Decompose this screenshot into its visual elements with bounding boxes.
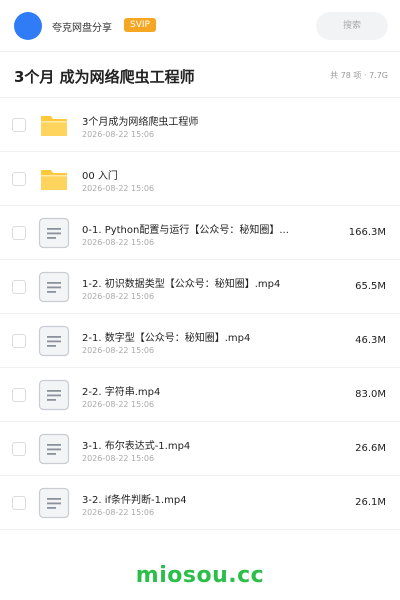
file-date: 2026-08-22 15:06 [82, 346, 155, 355]
file-size: 65.5M [355, 281, 386, 292]
vip-badge: SVIP [124, 18, 156, 32]
file-row[interactable]: 2-2. 字符串.mp4 2026-08-22 15:06 83.0M [0, 368, 400, 422]
select-checkbox[interactable] [12, 280, 26, 294]
file-name: 3-1. 布尔表达式-1.mp4 [82, 441, 191, 452]
top-bar: 夸克网盘分享 SVIP 搜索 [0, 0, 400, 52]
search-input[interactable]: 搜索 [316, 12, 388, 40]
watermark: miosou.cc [135, 563, 265, 588]
file-size: 166.3M [348, 227, 386, 238]
file-name: 2-2. 字符串.mp4 [82, 387, 161, 398]
file-size: 46.3M [355, 335, 386, 346]
file-size: 26.6M [355, 443, 386, 454]
select-checkbox[interactable] [12, 388, 26, 402]
folder-icon [38, 163, 70, 195]
folder-row[interactable]: 00 入门 2026-08-22 15:06 [0, 152, 400, 206]
file-name: 1-2. 初识数据类型【公众号：秘知圈】.mp4 [82, 279, 281, 290]
document-icon [38, 487, 70, 519]
file-name: 2-1. 数字型【公众号：秘知圈】.mp4 [82, 333, 251, 344]
select-checkbox[interactable] [12, 334, 26, 348]
file-date: 2026-08-22 15:06 [82, 292, 155, 301]
file-list: 3个月成为网络爬虫工程师 2026-08-22 15:06 00 入门 2026-08… [0, 98, 400, 530]
document-icon [38, 217, 70, 249]
file-date: 2026-08-22 15:06 [82, 184, 155, 193]
document-icon [38, 271, 70, 303]
document-icon [38, 433, 70, 465]
file-name: 0-1. Python配置与运行【公众号：秘知圈】... [82, 225, 289, 236]
select-checkbox[interactable] [12, 442, 26, 456]
document-icon [38, 325, 70, 357]
file-date: 2026-08-22 15:06 [82, 454, 155, 463]
select-checkbox[interactable] [12, 172, 26, 186]
share-owner-name: 夸克网盘分享 [52, 23, 112, 34]
file-size: 26.1M [355, 497, 386, 508]
file-row[interactable]: 3-1. 布尔表达式-1.mp4 2026-08-22 15:06 26.6M [0, 422, 400, 476]
item-count: 共 78 项 · 7.7G [330, 71, 388, 80]
select-checkbox[interactable] [12, 226, 26, 240]
file-date: 2026-08-22 15:06 [82, 238, 155, 247]
file-name: 3个月成为网络爬虫工程师 [82, 117, 199, 128]
file-row[interactable]: 3-2. if条件判断-1.mp4 2026-08-22 15:06 26.1M [0, 476, 400, 530]
file-row[interactable]: 0-1. Python配置与运行【公众号：秘知圈】... 2026-08-22 1… [0, 206, 400, 260]
select-checkbox[interactable] [12, 118, 26, 132]
document-icon [38, 379, 70, 411]
page-title: 3个月 成为网络爬虫工程师 [14, 68, 195, 86]
avatar[interactable] [14, 12, 42, 40]
folder-row[interactable]: 3个月成为网络爬虫工程师 2026-08-22 15:06 [0, 98, 400, 152]
file-date: 2026-08-22 15:06 [82, 130, 155, 139]
file-row[interactable]: 1-2. 初识数据类型【公众号：秘知圈】.mp4 2026-08-22 15:06… [0, 260, 400, 314]
folder-header: 3个月 成为网络爬虫工程师 共 78 项 · 7.7G [0, 52, 400, 98]
file-row[interactable]: 2-1. 数字型【公众号：秘知圈】.mp4 2026-08-22 15:06 46.… [0, 314, 400, 368]
file-date: 2026-08-22 15:06 [82, 508, 155, 517]
file-name: 00 入门 [82, 171, 118, 182]
file-name: 3-2. if条件判断-1.mp4 [82, 495, 187, 506]
file-date: 2026-08-22 15:06 [82, 400, 155, 409]
file-size: 83.0M [355, 389, 386, 400]
select-checkbox[interactable] [12, 496, 26, 510]
folder-icon [38, 109, 70, 141]
